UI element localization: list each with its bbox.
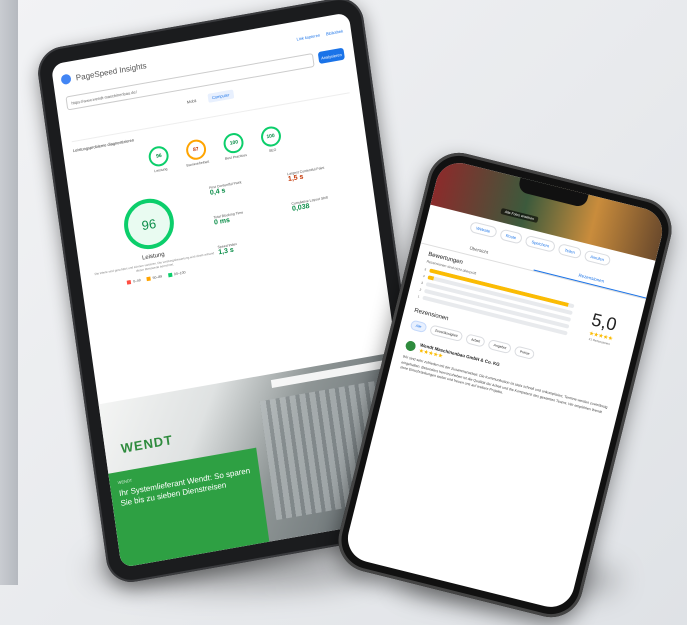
avatar xyxy=(404,339,417,353)
save-button[interactable]: Speichern xyxy=(524,234,557,253)
call-button[interactable]: Anrufen xyxy=(583,249,612,267)
gauge-label: Best Practices xyxy=(224,152,248,161)
chip-prices[interactable]: Preise xyxy=(513,345,536,361)
gauge-accessibility[interactable]: 87 xyxy=(184,138,208,162)
rating-bar-fill xyxy=(421,295,423,300)
metric-tbt: Total Blocking Time 0 ms xyxy=(213,203,288,238)
psi-logo-icon xyxy=(60,73,72,86)
hero-teaser: WENDT Ihr Systemlieferant Wendt: So spar… xyxy=(108,447,270,568)
gauge-label: SEO xyxy=(268,147,277,154)
gauge-seo[interactable]: 100 xyxy=(259,124,282,149)
rating-bar-fill xyxy=(427,275,434,281)
legend-orange: 50–89 xyxy=(146,274,162,281)
share-button[interactable]: Teilen xyxy=(557,243,583,260)
metric-lcp: Largest Contentful Paint 1,5 s xyxy=(287,160,362,195)
legend-green: 90–100 xyxy=(168,270,186,277)
photos-chip[interactable]: Alle Fotos ansehen xyxy=(500,207,539,223)
website-button[interactable]: Website xyxy=(469,221,498,239)
rating-bar-label: 2 xyxy=(419,287,422,292)
copy-link[interactable]: Link kopieren xyxy=(296,32,320,41)
gauge-best-practices[interactable]: 100 xyxy=(222,131,246,155)
route-button[interactable]: Route xyxy=(498,228,524,245)
metrics-grid: First Contentful Paint 0,4 s Largest Cont… xyxy=(208,154,370,268)
gauge-label: Barrierefreiheit xyxy=(186,159,210,168)
background-panel xyxy=(0,0,18,585)
rating-bar-label: 1 xyxy=(417,294,420,299)
rating-bar-label: 5 xyxy=(424,267,427,272)
legend-red: 0–49 xyxy=(127,278,141,284)
tab-desktop[interactable]: Computer xyxy=(207,89,234,103)
metric-si: Speed Index 1,3 s xyxy=(217,233,292,268)
rating-bar-label: 3 xyxy=(420,280,424,286)
metric-fcp: First Contentful Paint 0,4 s xyxy=(209,173,284,208)
big-performance-gauge: 96 xyxy=(120,194,177,254)
chip-all[interactable]: Alle xyxy=(409,319,428,334)
gauge-performance[interactable]: 96 xyxy=(147,144,171,168)
rating-bar-label: 4 xyxy=(422,273,426,279)
tab-mobile[interactable]: Mobil xyxy=(182,95,201,107)
library-link[interactable]: Bibliothek xyxy=(325,28,343,36)
chip-offer[interactable]: Angebot xyxy=(487,339,513,355)
rating-bar-fill xyxy=(423,288,425,293)
website-logo: WENDT xyxy=(119,432,174,457)
chip-work[interactable]: Arbeit xyxy=(465,333,487,348)
app-title: PageSpeed Insights xyxy=(75,60,148,83)
gauge-label: Leistung xyxy=(154,166,168,174)
rating-bar-fill xyxy=(425,281,427,286)
metric-cls: Cumulative Layout Shift 0,038 xyxy=(291,189,366,224)
